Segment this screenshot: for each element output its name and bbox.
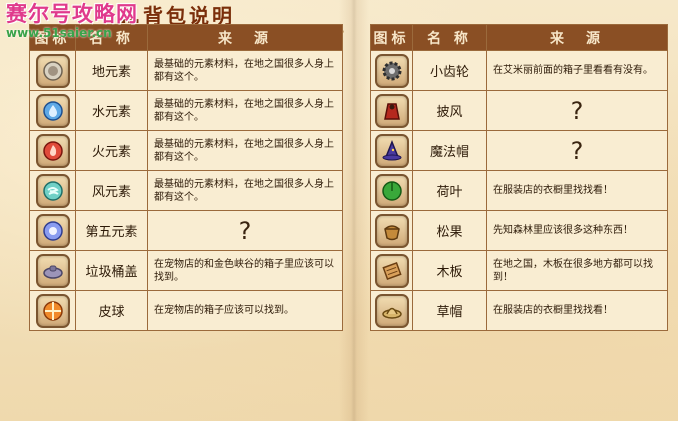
header-name: 名 称: [412, 24, 487, 51]
item-name: 小齿轮: [412, 50, 487, 91]
table-row: 火元素 最基础的元素材料，在地之国很多人身上都有这个。: [29, 130, 343, 171]
fifth-element-icon[interactable]: [35, 213, 70, 248]
right-item-table: 图标 名 称 来 源 小齿轮 在艾米丽前面的箱子里看看有没有。 披风 ? 魔法帽…: [370, 24, 668, 331]
table-header-row: 图标 名 称 来 源: [370, 24, 668, 51]
table-row: 皮球 在宠物店的箱子应该可以找到。: [29, 290, 343, 331]
item-name: 荷叶: [412, 170, 487, 211]
item-source: 最基础的元素材料，在地之国很多人身上都有这个。: [147, 90, 343, 131]
item-source: ?: [486, 90, 668, 131]
earth-element-icon[interactable]: [35, 53, 70, 88]
item-source: ?: [147, 210, 343, 251]
fire-element-icon[interactable]: [35, 133, 70, 168]
item-source: 在宠物店的箱子应该可以找到。: [147, 290, 343, 331]
item-source: 在服装店的衣橱里找找看！: [486, 290, 668, 331]
table-row: 地元素 最基础的元素材料，在地之国很多人身上都有这个。: [29, 50, 343, 91]
wizard-hat-icon[interactable]: [374, 133, 409, 168]
lotus-leaf-icon[interactable]: [374, 173, 409, 208]
item-name: 地元素: [75, 50, 148, 91]
table-row: 水元素 最基础的元素材料，在地之国很多人身上都有这个。: [29, 90, 343, 131]
item-source: 先知森林里应该很多这种东西！: [486, 210, 668, 251]
item-source: 最基础的元素材料，在地之国很多人身上都有这个。: [147, 50, 343, 91]
table-row: 木板 在地之国，木板在很多地方都可以找到！: [370, 250, 668, 291]
item-source: 在地之国，木板在很多地方都可以找到！: [486, 250, 668, 291]
watermark-site-name: 赛尔号攻略网: [6, 2, 138, 26]
table-row: 第五元素 ?: [29, 210, 343, 251]
left-item-table: 图标 名 称 来 源 地元素 最基础的元素材料，在地之国很多人身上都有这个。 水…: [29, 24, 343, 331]
item-source: 在服装店的衣橱里找找看！: [486, 170, 668, 211]
header-source: 来 源: [486, 24, 668, 51]
book-spine: [339, 0, 369, 421]
item-name: 木板: [412, 250, 487, 291]
pinecone-icon[interactable]: [374, 213, 409, 248]
item-name: 披风: [412, 90, 487, 131]
item-source: ?: [486, 130, 668, 171]
ball-icon[interactable]: [35, 293, 70, 328]
item-name: 垃圾桶盖: [75, 250, 148, 291]
table-row: 荷叶 在服装店的衣橱里找找看！: [370, 170, 668, 211]
table-row: 风元素 最基础的元素材料，在地之国很多人身上都有这个。: [29, 170, 343, 211]
item-name: 火元素: [75, 130, 148, 171]
cloak-icon[interactable]: [374, 93, 409, 128]
watermark-url: www.51saier.cn: [6, 26, 112, 40]
gear-icon[interactable]: [374, 53, 409, 88]
wind-element-icon[interactable]: [35, 173, 70, 208]
item-source: 最基础的元素材料，在地之国很多人身上都有这个。: [147, 170, 343, 211]
table-row: 松果 先知森林里应该很多这种东西！: [370, 210, 668, 251]
table-row: 魔法帽 ?: [370, 130, 668, 171]
item-source: 在宠物店的和金色峡谷的箱子里应该可以找到。: [147, 250, 343, 291]
watermark: 赛尔号攻略网 www.51saier.cn: [6, 2, 138, 40]
water-element-icon[interactable]: [35, 93, 70, 128]
trash-lid-icon[interactable]: [35, 253, 70, 288]
item-name: 魔法帽: [412, 130, 487, 171]
table-row: 垃圾桶盖 在宠物店的和金色峡谷的箱子里应该可以找到。: [29, 250, 343, 291]
header-icon: 图标: [370, 24, 413, 51]
item-source: 在艾米丽前面的箱子里看看有没有。: [486, 50, 668, 91]
item-name: 风元素: [75, 170, 148, 211]
straw-hat-icon[interactable]: [374, 293, 409, 328]
table-row: 草帽 在服装店的衣橱里找找看！: [370, 290, 668, 331]
header-source: 来 源: [147, 24, 343, 51]
table-row: 披风 ?: [370, 90, 668, 131]
item-source: 最基础的元素材料，在地之国很多人身上都有这个。: [147, 130, 343, 171]
item-name: 松果: [412, 210, 487, 251]
item-name: 第五元素: [75, 210, 148, 251]
item-name: 皮球: [75, 290, 148, 331]
item-name: 水元素: [75, 90, 148, 131]
table-row: 小齿轮 在艾米丽前面的箱子里看看有没有。: [370, 50, 668, 91]
item-name: 草帽: [412, 290, 487, 331]
plank-icon[interactable]: [374, 253, 409, 288]
